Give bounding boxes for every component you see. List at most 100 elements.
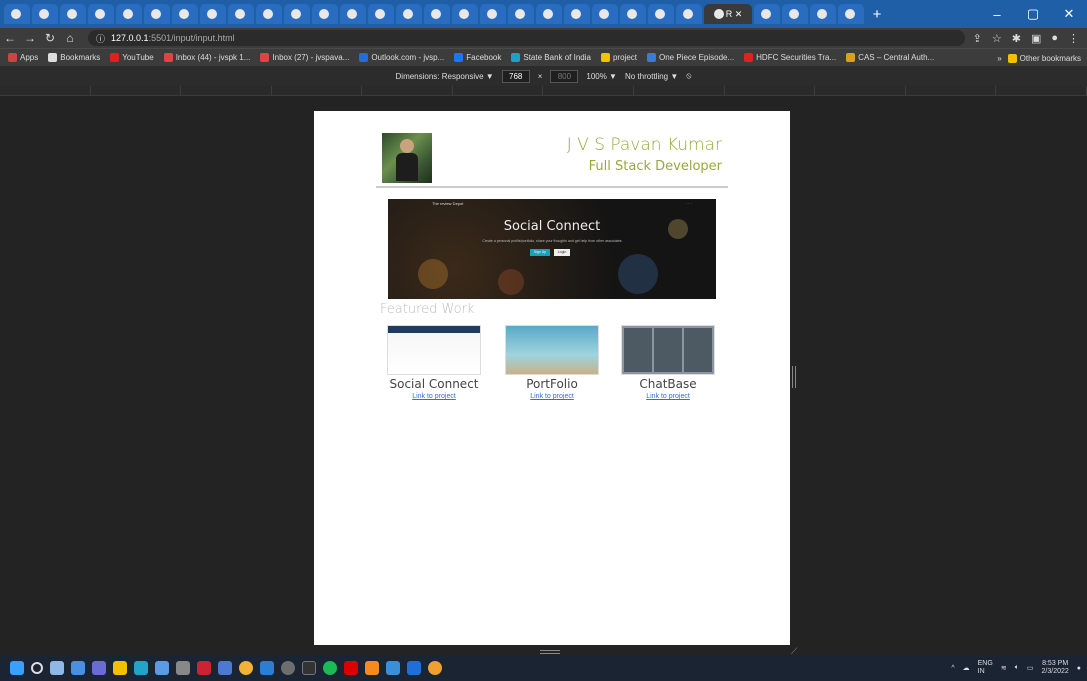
extensions-icon[interactable]: ✱ — [1012, 32, 1021, 45]
info-icon[interactable]: ⓘ — [96, 32, 105, 45]
taskview-icon[interactable] — [50, 661, 64, 675]
browser-tab[interactable] — [312, 4, 338, 24]
start-icon[interactable] — [10, 661, 24, 675]
other-bookmarks[interactable]: Other bookmarks — [1007, 53, 1081, 63]
browser-tab[interactable] — [620, 4, 646, 24]
dell-icon[interactable] — [176, 661, 190, 675]
chevron-up-icon[interactable]: ^ — [951, 665, 954, 672]
browser-tab[interactable] — [592, 4, 618, 24]
browser-tab[interactable] — [536, 4, 562, 24]
browser-tab[interactable] — [810, 4, 836, 24]
clock[interactable]: 8:53 PM 2/3/2022 — [1042, 660, 1069, 676]
bookmark-item[interactable]: Bookmarks — [48, 53, 100, 62]
chrome-canary-icon[interactable] — [428, 661, 442, 675]
browser-tab[interactable] — [676, 4, 702, 24]
browser-tab[interactable] — [838, 4, 864, 24]
browser-tab[interactable] — [172, 4, 198, 24]
login-button[interactable]: Login — [554, 249, 570, 256]
home-icon[interactable]: ⌂ — [60, 31, 80, 45]
star-icon[interactable]: ☆ — [992, 32, 1002, 45]
bookmark-item[interactable]: CAS – Central Auth... — [846, 53, 934, 62]
battery-icon[interactable]: ▭ — [1027, 664, 1034, 672]
vlc-icon[interactable] — [365, 661, 379, 675]
bookmark-item[interactable]: One Piece Episode... — [647, 53, 734, 62]
browser-tab[interactable] — [116, 4, 142, 24]
browser-tab[interactable] — [368, 4, 394, 24]
viewport-width-resize-handle[interactable] — [792, 366, 796, 388]
vscode-icon[interactable] — [260, 661, 274, 675]
reload-icon[interactable]: ↻ — [40, 31, 60, 45]
volume-icon[interactable]: 🔈︎ — [1015, 664, 1019, 672]
viewport-height-resize-handle[interactable] — [540, 650, 560, 654]
mcafee-icon[interactable] — [197, 661, 211, 675]
spotify-icon[interactable] — [323, 661, 337, 675]
project-link[interactable]: Link to project — [502, 393, 602, 400]
chrome-icon[interactable] — [239, 661, 253, 675]
browser-tab[interactable] — [480, 4, 506, 24]
back-icon[interactable]: ← — [0, 31, 20, 45]
file-explorer-icon[interactable] — [113, 661, 127, 675]
browser-tab[interactable] — [228, 4, 254, 24]
browser-tab[interactable] — [452, 4, 478, 24]
throttle-select[interactable]: No throttling ▼ — [625, 72, 678, 81]
browser-tab[interactable] — [88, 4, 114, 24]
browser-tab[interactable] — [340, 4, 366, 24]
bookmark-item[interactable]: Outlook.com - jvsp... — [359, 53, 444, 62]
browser-tab[interactable] — [144, 4, 170, 24]
rotate-icon[interactable]: ⦸ — [686, 71, 691, 81]
signup-button[interactable]: Sign Up — [530, 249, 550, 256]
browser-tab[interactable] — [4, 4, 30, 24]
bookmark-item[interactable]: Apps — [8, 53, 38, 62]
lang-indicator[interactable]: ENG IN — [978, 660, 993, 676]
profile-avatar-icon[interactable]: ● — [1051, 32, 1058, 45]
bookmark-item[interactable]: YouTube — [110, 53, 154, 62]
browser-tab[interactable] — [648, 4, 674, 24]
bookmark-item[interactable]: Facebook — [454, 53, 501, 62]
browser-tab[interactable] — [424, 4, 450, 24]
notifications-icon[interactable]: ● — [1077, 665, 1081, 672]
browser-tab[interactable] — [754, 4, 780, 24]
height-input[interactable]: 800 — [550, 69, 579, 83]
photos-icon[interactable] — [218, 661, 232, 675]
browser-tab[interactable] — [564, 4, 590, 24]
widgets-icon[interactable] — [71, 661, 85, 675]
menu-icon[interactable]: ⋮ — [1068, 32, 1079, 45]
share-icon[interactable]: ⇪ — [973, 32, 982, 45]
width-input[interactable]: 768 — [501, 69, 530, 83]
browser-tab[interactable] — [256, 4, 282, 24]
url-input[interactable]: ⓘ 127.0.0.1:5501/input/input.html — [88, 30, 965, 46]
onedrive-icon[interactable]: ☁ — [963, 664, 970, 672]
wifi-icon[interactable]: ≋ — [1001, 664, 1007, 672]
sidepanel-icon[interactable]: ▣ — [1031, 32, 1041, 45]
zoom-select[interactable]: 100% ▼ — [586, 72, 617, 81]
project-link[interactable]: Link to project — [384, 393, 484, 400]
github-icon[interactable] — [281, 661, 295, 675]
media-query-ruler[interactable] — [0, 86, 1087, 96]
browser-tab[interactable] — [60, 4, 86, 24]
terminal-icon[interactable] — [302, 661, 316, 675]
bookmark-item[interactable]: project — [600, 53, 637, 62]
search-icon[interactable] — [31, 662, 43, 674]
browser-tab[interactable] — [782, 4, 808, 24]
browser-tab[interactable] — [284, 4, 310, 24]
edge-icon[interactable] — [134, 661, 148, 675]
minimize-button[interactable]: – — [979, 0, 1015, 28]
bookmark-item[interactable]: Inbox (27) - jvspava... — [260, 53, 349, 62]
close-button[interactable]: ✕ — [1051, 0, 1087, 28]
bookmark-item[interactable]: State Bank of India — [511, 53, 591, 62]
browser-tab[interactable] — [508, 4, 534, 24]
forward-icon[interactable]: → — [20, 31, 40, 45]
download-icon[interactable] — [386, 661, 400, 675]
new-tab-button[interactable]: + — [866, 6, 888, 23]
bookmark-item[interactable]: Inbox (44) - jvspk 1... — [163, 53, 250, 62]
browser-tab[interactable] — [396, 4, 422, 24]
maximize-button[interactable]: ▢ — [1015, 0, 1051, 28]
browser-tab[interactable] — [200, 4, 226, 24]
store-icon[interactable] — [155, 661, 169, 675]
more-bookmarks-icon[interactable]: » — [997, 54, 1001, 63]
netflix-icon[interactable] — [344, 661, 358, 675]
active-browser-tab[interactable]: R ✕ — [704, 4, 752, 24]
browser-tab[interactable] — [32, 4, 58, 24]
project-link[interactable]: Link to project — [618, 393, 718, 400]
outlook-icon[interactable] — [407, 661, 421, 675]
